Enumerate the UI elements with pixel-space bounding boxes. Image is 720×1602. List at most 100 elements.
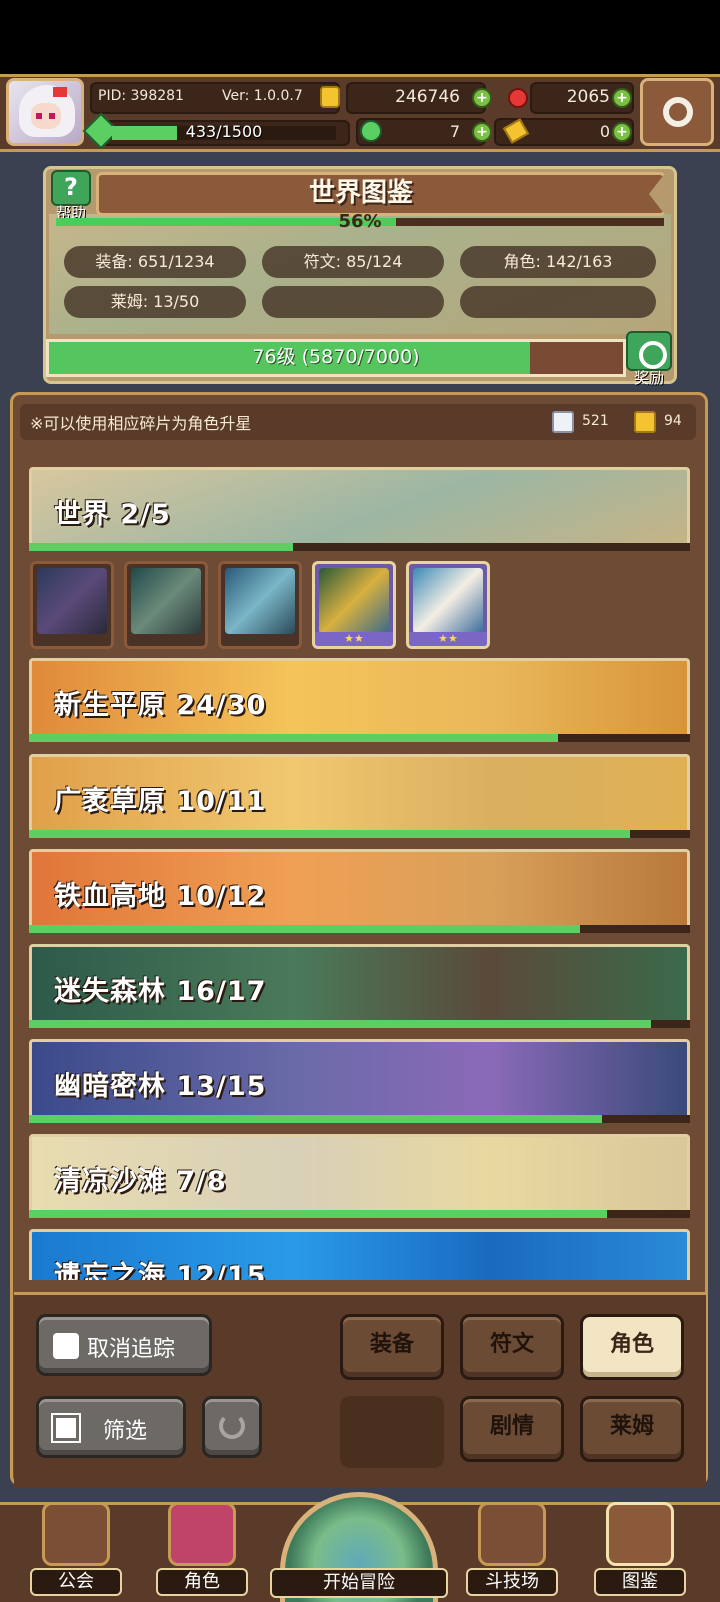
star-rating: ★★: [315, 632, 393, 646]
question-icon: ?: [51, 170, 91, 206]
tab-story-label: 剧情: [489, 1414, 534, 1439]
region-row-forgotten-sea[interactable]: 遗忘之海 12/15: [29, 1229, 690, 1280]
character-card[interactable]: ★★: [406, 561, 490, 649]
grid-icon: [51, 1413, 81, 1443]
player-id: PID: 398281: [98, 88, 184, 104]
region-progress-fill: [29, 543, 294, 551]
character-portrait: [319, 568, 389, 634]
tab-character[interactable]: 角色: [580, 1314, 684, 1380]
reset-filter-button[interactable]: [202, 1396, 262, 1458]
tip-text: ※可以使用相应碎片为角色升星: [30, 414, 252, 433]
region-progress-fill: [29, 830, 630, 838]
empty-tab-slot: [340, 1396, 444, 1468]
guild-house-icon: [42, 1502, 110, 1566]
region-row-world[interactable]: 世界 2/5: [29, 467, 690, 547]
region-progress: [29, 830, 690, 838]
nav-character-label: 角色: [156, 1568, 248, 1596]
gear-icon: [663, 97, 693, 127]
character-card[interactable]: [218, 561, 302, 649]
region-progress: [29, 1115, 690, 1123]
region-list-scroll[interactable]: 世界 2/5 ★★ ★★ 新生平原 24/30 广袤草原 10/11 铁血高地 …: [20, 452, 698, 1280]
stat-empty-1: [262, 286, 444, 318]
ruby-amount: 2065: [566, 87, 610, 107]
stat-rune: 符文: 85/124: [262, 246, 444, 278]
nav-guild[interactable]: 公会: [30, 1500, 122, 1596]
key-amount: 0: [599, 122, 610, 141]
character-card[interactable]: ★★: [312, 561, 396, 649]
codex-book-icon: [606, 1502, 674, 1566]
filter-button[interactable]: 筛选: [36, 1396, 186, 1458]
character-card[interactable]: [30, 561, 114, 649]
character-portrait: [131, 568, 201, 634]
tab-story[interactable]: 剧情: [460, 1396, 564, 1462]
region-name: 广袤草原 10/11: [54, 786, 267, 817]
region-progress: [29, 925, 690, 933]
region-row-lost-forest[interactable]: 迷失森林 16/17: [29, 944, 690, 1024]
codex-level-text: 76级 (5870/7000): [252, 346, 420, 368]
add-gold-icon[interactable]: +: [472, 88, 492, 108]
tab-equipment-label: 装备: [369, 1332, 414, 1357]
region-name: 新生平原 24/30: [54, 690, 267, 721]
add-key-icon[interactable]: +: [612, 122, 632, 142]
add-ruby-icon[interactable]: +: [612, 88, 632, 108]
nav-codex[interactable]: 图鉴: [594, 1500, 686, 1596]
tab-equipment[interactable]: 装备: [340, 1314, 444, 1380]
status-bar-area: [0, 0, 720, 74]
white-shard-icon: [552, 411, 574, 433]
region-row-ironblood-highlands[interactable]: 铁血高地 10/12: [29, 849, 690, 929]
region-row-newborn-plains[interactable]: 新生平原 24/30: [29, 658, 690, 738]
reward-label: 奖励: [633, 369, 664, 387]
gold-amount: 246746: [395, 87, 460, 107]
untrack-button[interactable]: 取消追踪: [36, 1314, 212, 1376]
region-progress-world: [29, 543, 690, 551]
region-name: 遗忘之海 12/15: [54, 1261, 267, 1280]
reward-button[interactable]: 奖励: [624, 331, 674, 387]
nav-character[interactable]: 角色: [156, 1500, 248, 1596]
nav-start-adventure[interactable]: 开始冒险: [270, 1492, 448, 1602]
nav-start-label: 开始冒险: [270, 1568, 448, 1598]
nav-arena[interactable]: 斗技场: [466, 1500, 558, 1596]
tab-rune[interactable]: 符文: [460, 1314, 564, 1380]
region-progress-fill: [29, 925, 580, 933]
player-avatar[interactable]: [6, 78, 84, 146]
exp-text: 433/1500: [185, 122, 263, 141]
region-name: 铁血高地 10/12: [54, 881, 267, 912]
tab-rune-label: 符文: [489, 1332, 534, 1357]
add-clover-icon[interactable]: +: [472, 122, 492, 142]
region-progress: [29, 1020, 690, 1028]
nav-arena-label: 斗技场: [466, 1568, 558, 1596]
region-progress-fill: [29, 734, 558, 742]
crossed-swords-icon: [478, 1502, 546, 1566]
page-title: 世界图鉴: [308, 178, 413, 208]
untrack-label: 取消追踪: [87, 1337, 176, 1362]
filter-label: 筛选: [103, 1419, 148, 1444]
settings-button[interactable]: [640, 78, 714, 146]
game-version: Ver: 1.0.0.7: [222, 88, 303, 104]
ruby-icon: [508, 88, 528, 108]
white-shard-count: 521: [582, 413, 609, 429]
overall-progress-text: 56%: [338, 211, 382, 232]
nav-codex-label: 图鉴: [594, 1568, 686, 1596]
region-name: 幽暗密林 13/15: [54, 1071, 267, 1102]
character-portrait: [37, 568, 107, 634]
gold-coin-icon: [320, 86, 340, 108]
region-progress-fill: [29, 1210, 608, 1218]
tab-character-label: 角色: [609, 1332, 654, 1357]
character-portrait: [225, 568, 295, 634]
region-progress: [29, 734, 690, 742]
character-portrait: [413, 568, 483, 634]
region-row-dark-woods[interactable]: 幽暗密林 13/15: [29, 1039, 690, 1119]
region-row-cool-beach[interactable]: 清凉沙滩 7/8: [29, 1134, 690, 1214]
region-row-vast-grassland[interactable]: 广袤草原 10/11: [29, 754, 690, 834]
clover-icon: [360, 120, 382, 142]
stat-slime: 莱姆: 13/50: [64, 286, 246, 318]
region-progress-fill: [29, 1115, 603, 1123]
nav-guild-label: 公会: [30, 1568, 122, 1596]
gold-shard-icon: [634, 411, 656, 433]
character-card[interactable]: [124, 561, 208, 649]
region-progress: [29, 1210, 690, 1218]
tab-slime[interactable]: 莱姆: [580, 1396, 684, 1462]
gold-shard-count: 94: [664, 413, 682, 429]
star-rating: ★★: [409, 632, 487, 646]
reward-icon: [626, 331, 672, 371]
